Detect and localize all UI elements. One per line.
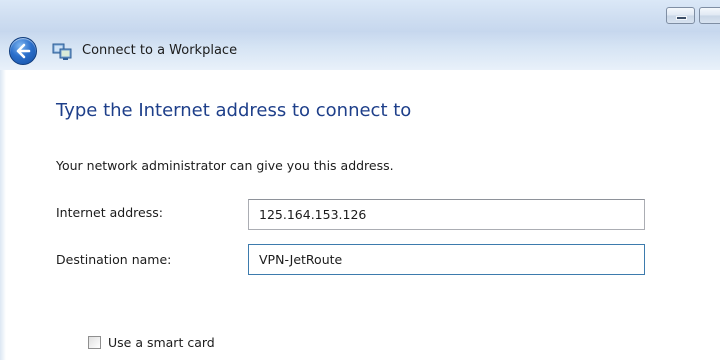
minimize-icon <box>676 16 687 20</box>
network-connection-icon <box>52 43 72 60</box>
internet-address-label: Internet address: <box>56 205 163 220</box>
navigation-bar: Connect to a Workplace <box>0 32 720 70</box>
instruction-text: Your network administrator can give you … <box>56 158 394 173</box>
minimize-button[interactable] <box>666 7 695 24</box>
destination-name-label: Destination name: <box>56 252 172 267</box>
title-bar <box>0 0 720 32</box>
back-button[interactable] <box>9 37 37 65</box>
smart-card-option[interactable]: Use a smart card <box>88 335 215 350</box>
destination-name-input[interactable] <box>248 244 645 275</box>
left-edge <box>0 70 6 360</box>
smart-card-label: Use a smart card <box>108 335 215 350</box>
smart-card-checkbox[interactable] <box>88 336 101 349</box>
back-arrow-icon <box>16 43 31 59</box>
maximize-button[interactable] <box>699 7 720 24</box>
window-title: Connect to a Workplace <box>82 43 238 58</box>
page-heading: Type the Internet address to connect to <box>56 100 412 121</box>
internet-address-input[interactable] <box>248 199 645 230</box>
